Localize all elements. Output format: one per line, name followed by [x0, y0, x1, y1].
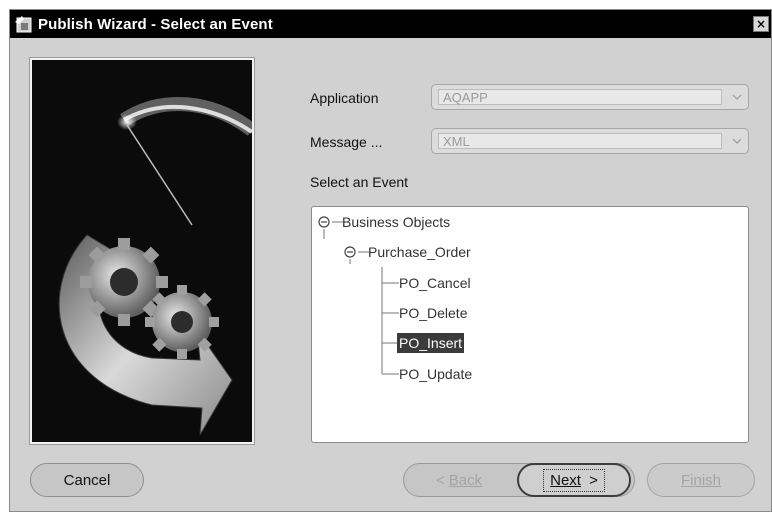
application-select[interactable]: AQAPP [431, 84, 749, 110]
application-value: AQAPP [438, 89, 722, 105]
event-tree[interactable]: Business Objects Purchase_Order PO_Cance… [311, 206, 749, 443]
tree-node-po-cancel[interactable]: PO_Cancel [399, 273, 471, 293]
close-icon[interactable]: × [753, 16, 769, 32]
collapse-icon[interactable] [344, 246, 356, 258]
finish-button[interactable]: Finish [647, 463, 755, 497]
publish-wizard-window: Publish Wizard - Select an Event × Appli… [9, 9, 772, 512]
wizard-illustration [29, 57, 255, 445]
tree-node-purchase-order[interactable]: Purchase_Order [368, 242, 471, 262]
next-focus-ring: Next > [543, 468, 605, 492]
back-button-label: Back [448, 471, 483, 489]
tree-node-po-update[interactable]: PO_Update [399, 364, 472, 384]
next-arrow-icon: > [589, 471, 598, 489]
application-label: Application [310, 90, 379, 106]
title-bar[interactable]: Publish Wizard - Select an Event × [10, 10, 771, 38]
select-event-label: Select an Event [310, 174, 409, 190]
chevron-down-icon [732, 138, 742, 144]
window-title: Publish Wizard - Select an Event [38, 15, 273, 33]
chevron-down-icon [732, 94, 742, 100]
cancel-button[interactable]: Cancel [30, 463, 144, 497]
next-button[interactable]: Next > [517, 463, 631, 497]
message-label: Message ... [310, 134, 383, 150]
collapse-icon[interactable] [318, 216, 330, 228]
tree-node-po-insert[interactable]: PO_Insert [397, 333, 465, 353]
message-select[interactable]: XML [431, 128, 749, 154]
next-button-label: Next [550, 471, 581, 489]
tree-node-business-objects[interactable]: Business Objects [342, 212, 450, 232]
gears-arrow-illustration [32, 60, 252, 442]
back-arrow-icon: < [435, 471, 445, 489]
tree-node-po-delete[interactable]: PO_Delete [399, 303, 467, 323]
back-button[interactable]: < Back [407, 463, 511, 497]
cancel-button-label: Cancel [63, 471, 111, 489]
wizard-icon [15, 16, 32, 33]
message-value: XML [438, 133, 722, 149]
finish-button-label: Finish [680, 471, 721, 489]
